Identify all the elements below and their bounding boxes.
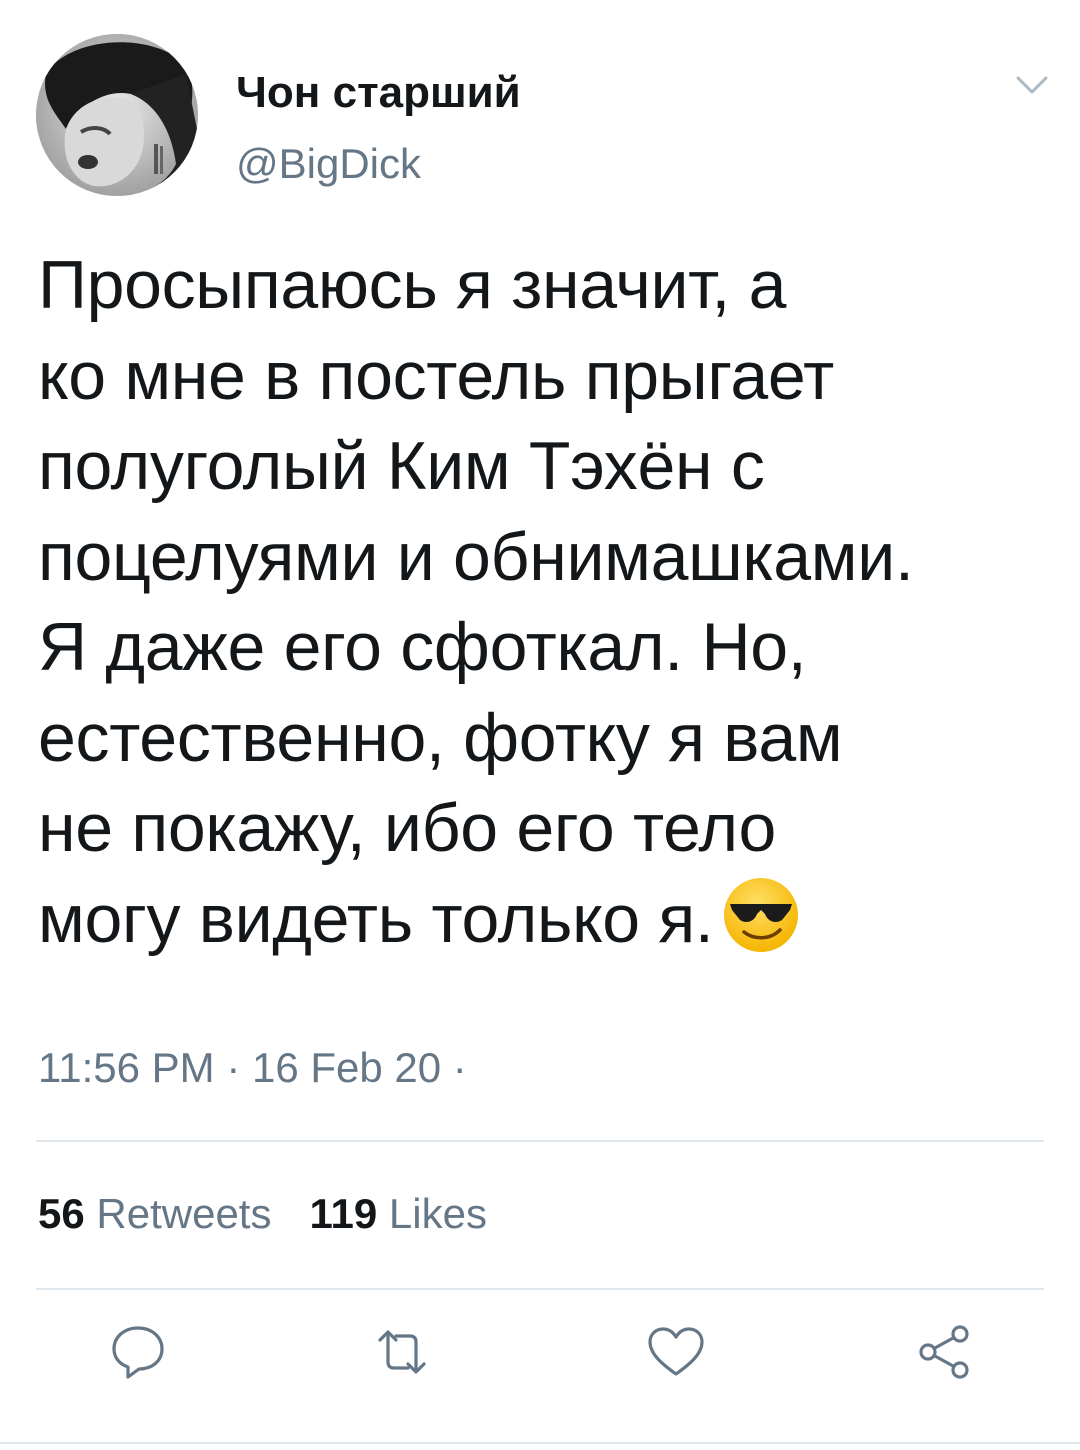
like-icon[interactable] (644, 1320, 708, 1384)
tweet: Чон старший @BigDick Просыпаюсь я значит… (0, 0, 1080, 1450)
display-name[interactable]: Чон старший (236, 68, 521, 118)
reply-icon[interactable] (106, 1320, 170, 1384)
tweet-body: Просыпаюсь я значит, а ко мне в постель … (38, 247, 914, 957)
avatar-photo (36, 34, 198, 196)
share-icon[interactable] (912, 1320, 976, 1384)
retweets-label: Retweets (96, 1190, 272, 1237)
retweets-count: 56 (38, 1190, 85, 1237)
likes-stat[interactable]: 119 Likes (309, 1190, 487, 1237)
bottom-divider (0, 1442, 1080, 1444)
tweet-text: Просыпаюсь я значит, а ко мне в постель … (38, 240, 1048, 964)
chevron-down-icon[interactable] (1010, 62, 1054, 106)
avatar[interactable] (36, 34, 198, 196)
likes-label: Likes (388, 1190, 487, 1237)
likes-count: 119 (309, 1190, 378, 1237)
tweet-actions (0, 1320, 1080, 1400)
divider (36, 1288, 1044, 1290)
retweet-icon[interactable] (370, 1320, 434, 1384)
divider (36, 1140, 1044, 1142)
retweets-stat[interactable]: 56 Retweets (38, 1190, 271, 1237)
sunglasses-emoji-icon (722, 876, 800, 954)
tweet-timestamp[interactable]: 11:56 PM · 16 Feb 20 · (38, 1044, 467, 1092)
tweet-stats: 56 Retweets 119 Likes (38, 1190, 487, 1238)
tweet-header: Чон старший @BigDick (36, 34, 1048, 199)
user-handle[interactable]: @BigDick (236, 140, 421, 188)
